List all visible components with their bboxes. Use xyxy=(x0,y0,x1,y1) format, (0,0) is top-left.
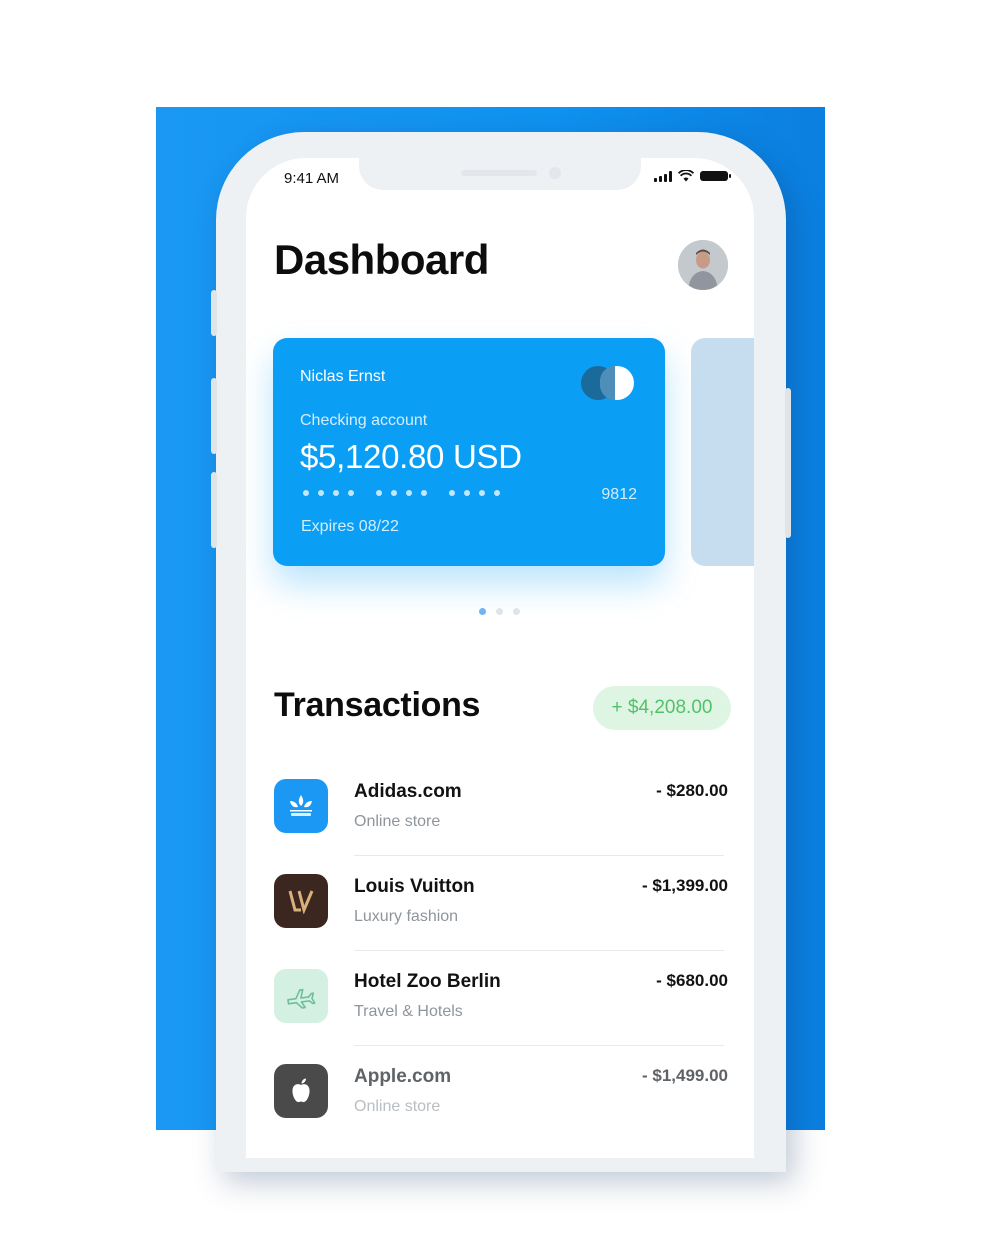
airplane-icon xyxy=(274,969,328,1023)
notch xyxy=(359,158,641,190)
card-number-mask xyxy=(303,490,500,496)
transaction-merchant: Apple.com xyxy=(354,1066,452,1087)
transactions-total-badge: + $4,208.00 xyxy=(593,686,731,730)
card-holder-name: Niclas Ernst xyxy=(300,368,386,385)
phone-power-button xyxy=(785,388,791,538)
transaction-amount: - $1,399.00 xyxy=(641,876,728,895)
phone-screen: 9:41 AM Dashboard Niclas Ernst Checking … xyxy=(246,158,754,1158)
transaction-merchant: Adidas.com xyxy=(354,781,462,802)
pager-dot[interactable] xyxy=(513,608,520,615)
card-network-logo-icon xyxy=(581,366,635,400)
adidas-logo-icon xyxy=(274,779,328,833)
card-balance: $5,120.80 USD xyxy=(300,438,522,475)
transaction-merchant: Louis Vuitton xyxy=(354,876,475,897)
credit-card[interactable]: Niclas Ernst Checking account $5,120.80 … xyxy=(273,338,665,566)
card-account-type: Checking account xyxy=(300,412,428,429)
transaction-row[interactable]: Adidas.com Online store - $280.00 xyxy=(246,761,754,856)
battery-icon xyxy=(700,171,731,181)
transaction-merchant: Hotel Zoo Berlin xyxy=(354,971,501,992)
status-icons xyxy=(654,170,731,182)
phone-volume-down-button xyxy=(211,472,217,548)
signal-icon xyxy=(654,170,672,182)
transaction-category: Travel & Hotels xyxy=(354,1003,463,1020)
wifi-icon xyxy=(678,170,694,182)
transactions-list: Adidas.com Online store - $280.00 Louis … xyxy=(246,761,754,1141)
transaction-row[interactable]: Apple.com Online store - $1,499.00 xyxy=(246,1046,754,1141)
front-camera xyxy=(549,167,561,179)
card-expiry: Expires 08/22 xyxy=(301,518,399,535)
speaker-grille xyxy=(461,170,537,176)
page-title: Dashboard xyxy=(274,236,489,283)
status-time: 9:41 AM xyxy=(284,170,340,187)
transactions-title: Transactions xyxy=(274,686,481,724)
transaction-amount: - $280.00 xyxy=(656,781,728,800)
card-pager xyxy=(479,608,520,615)
avatar[interactable] xyxy=(678,240,728,290)
phone-side-button xyxy=(211,290,217,336)
transaction-row[interactable]: Hotel Zoo Berlin Travel & Hotels - $680.… xyxy=(246,951,754,1046)
transaction-row[interactable]: Louis Vuitton Luxury fashion - $1,399.00 xyxy=(246,856,754,951)
card-last-four: 9812 xyxy=(601,486,637,503)
transaction-amount: - $680.00 xyxy=(656,971,728,990)
user-photo-icon xyxy=(678,240,728,290)
transaction-amount: - $1,499.00 xyxy=(641,1066,728,1085)
next-card-peek[interactable] xyxy=(691,338,754,566)
pager-dot[interactable] xyxy=(496,608,503,615)
transaction-category: Luxury fashion xyxy=(354,908,459,925)
phone-volume-up-button xyxy=(211,378,217,454)
louis-vuitton-logo-icon xyxy=(274,874,328,928)
pager-dot-active[interactable] xyxy=(479,608,486,615)
transaction-category: Online store xyxy=(354,813,441,830)
apple-logo-icon xyxy=(274,1064,328,1118)
transaction-category: Online store xyxy=(354,1098,441,1115)
